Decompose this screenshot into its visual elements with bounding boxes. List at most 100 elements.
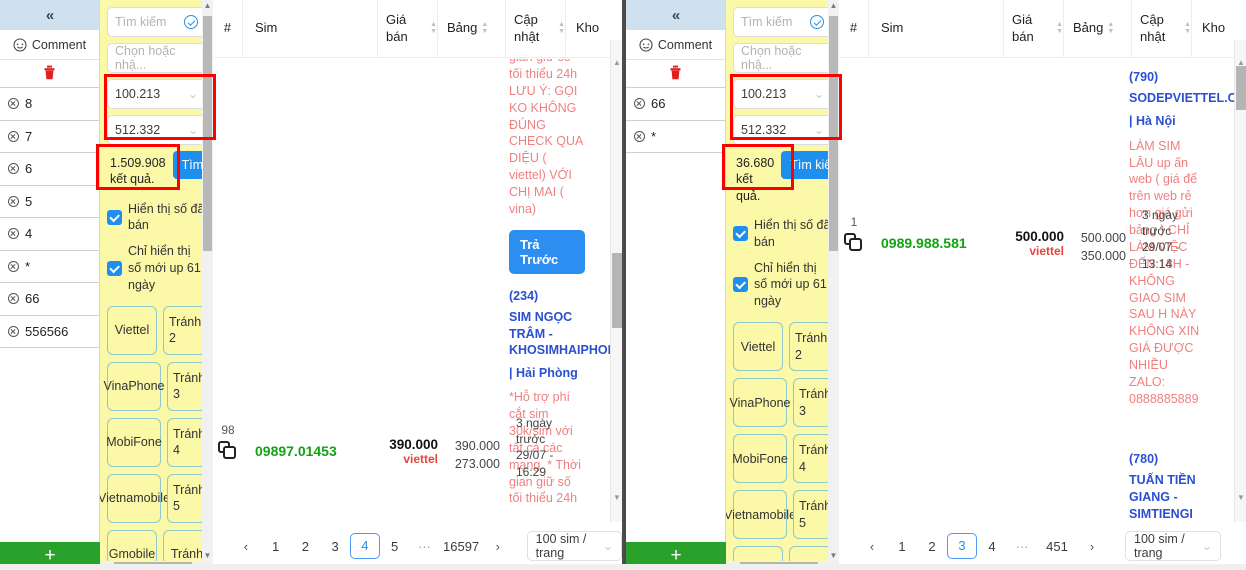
checkbox-show-sold[interactable]: Hiển thị số đã bán [107,201,206,235]
price-to-select[interactable]: 512.332 ⌄ [733,115,832,145]
left-table-scrollbar[interactable]: ▲ ▼ [610,40,622,522]
scrollbar-thumb[interactable] [1236,66,1246,110]
sidebar-comment-tab[interactable]: Comment [626,30,725,60]
remove-icon[interactable] [634,130,645,142]
cell-sim[interactable]: 0989.988.581 [869,207,1004,251]
filter-scrollbar[interactable]: ▲ ▼ [202,0,213,562]
page-button-1[interactable]: 1 [261,539,291,554]
search-input[interactable]: Tìm kiếm [733,7,832,37]
kho-store-name[interactable]: SIM NGỌC TRÂM - KHOSIMHAIPHONG.COM [509,309,622,360]
avoid-button-4[interactable]: Tránh 4 [167,417,207,467]
avoid-button-3[interactable]: Tránh 3 [793,378,833,428]
scrollbar-thumb[interactable] [612,253,622,328]
scroll-up-icon[interactable]: ▲ [202,0,213,12]
sort-icon[interactable]: ▲ ▼ [1107,21,1114,35]
column-bang[interactable]: Bảng ▲ ▼ [1064,0,1132,58]
checkbox-icon[interactable] [733,277,748,293]
remove-icon[interactable] [8,228,19,240]
table-row[interactable]: 98 09897.01453 390.000 viettel 390.000 2… [213,415,622,480]
remove-icon[interactable] [8,293,19,305]
scroll-up-icon[interactable]: ▲ [828,0,839,12]
page-button-5[interactable]: 5 [380,539,410,554]
network-button-mobifone[interactable]: MobiFone [106,417,162,467]
sidebar-item[interactable]: 6 [0,153,99,186]
sort-icon[interactable]: ▲ ▼ [1184,21,1191,35]
network-button-vietnamobile[interactable]: Vietnamobile [726,490,796,540]
cell-sim[interactable]: 09897.01453 [243,415,378,459]
page-button-2[interactable]: 2 [291,539,321,554]
checkbox-icon[interactable] [733,226,748,242]
prepaid-button[interactable]: Trả Trước [509,229,585,274]
table-row[interactable]: 1 0989.988.581 500.000 viettel 500.000 3… [839,207,1246,272]
price-from-select[interactable]: 100.213 ⌄ [733,79,832,109]
column-price[interactable]: Giá bán ▲ ▼ [378,0,438,58]
checkbox-only-new[interactable]: Chỉ hiển thị số mới up 61 ngày [733,260,832,311]
check-circle-icon[interactable] [184,15,198,29]
avoid-button-5[interactable]: Tránh 5 [167,473,207,523]
price-from-select[interactable]: 100.213 ⌄ [107,79,206,109]
page-button-3-active[interactable]: 3 [947,533,977,559]
sidebar-item[interactable]: 8 [0,88,99,121]
avoid-button-2[interactable]: Tránh 2 [789,322,832,372]
select-input[interactable]: Chọn hoặc nhậ... [733,43,832,73]
remove-icon[interactable] [8,163,19,175]
column-price[interactable]: Giá bán ▲ ▼ [1004,0,1064,58]
filter-scrollbar[interactable]: ▲ ▼ [828,0,839,562]
sidebar-item[interactable]: 7 [0,121,99,153]
scroll-down-icon[interactable]: ▼ [611,491,622,504]
network-button-vietnamobile[interactable]: Vietnamobile [100,473,170,523]
network-button-vinaphone[interactable]: VinaPhone [104,361,164,411]
copy-icon[interactable] [844,233,864,253]
checkbox-icon[interactable] [107,209,122,225]
kho-store2-id[interactable]: (780) [1129,451,1205,468]
sidebar-delete-button[interactable] [626,60,725,88]
sidebar-item[interactable]: 4 [0,218,99,251]
checkbox-show-sold[interactable]: Hiển thị số đã bán [733,217,832,251]
network-button-mobifone[interactable]: MobiFone [732,434,788,484]
copy-icon[interactable] [218,441,238,461]
page-button-last[interactable]: 16597 [439,539,483,554]
search-input[interactable]: Tìm kiếm [107,7,206,37]
checkbox-icon[interactable] [107,261,122,277]
column-updated[interactable]: Cập nhật ▲ ▼ [1132,0,1192,58]
sort-icon[interactable]: ▲ ▼ [558,21,565,35]
sidebar-item[interactable]: 66 [626,88,725,121]
scrollbar-thumb[interactable] [829,16,838,251]
sidebar-item[interactable]: 66 [0,283,99,316]
page-button-4-active[interactable]: 4 [350,533,380,559]
checkbox-only-new[interactable]: Chỉ hiển thị số mới up 61 ngày [107,243,206,294]
sidebar-item[interactable]: * [0,251,99,283]
page-button-4[interactable]: 4 [977,539,1007,554]
remove-icon[interactable] [634,98,645,110]
page-next-button[interactable]: › [1077,539,1107,554]
avoid-button-4[interactable]: Tránh 4 [793,434,833,484]
kho-store-id[interactable]: (790) [1129,69,1205,86]
sidebar-item[interactable]: 5 [0,186,99,218]
page-button-2[interactable]: 2 [917,539,947,554]
page-button-1[interactable]: 1 [887,539,917,554]
sidebar-collapse-button[interactable]: « [0,0,99,30]
remove-icon[interactable] [8,130,19,142]
remove-icon[interactable] [8,195,19,207]
network-button-vinaphone[interactable]: VinaPhone [730,378,790,428]
page-next-button[interactable]: › [483,539,513,554]
remove-icon[interactable] [8,325,19,337]
price-to-select[interactable]: 512.332 ⌄ [107,115,206,145]
sidebar-collapse-button[interactable]: « [626,0,725,30]
network-button-viettel[interactable]: Viettel [107,305,157,355]
per-page-select[interactable]: 100 sim / trang ⌄ [526,531,622,561]
network-button-viettel[interactable]: Viettel [733,322,783,372]
column-updated[interactable]: Cập nhật ▲ ▼ [506,0,566,58]
page-button-3[interactable]: 3 [320,539,350,554]
check-circle-icon[interactable] [810,15,824,29]
sidebar-item[interactable]: * [626,121,725,153]
page-prev-button[interactable]: ‹ [857,539,887,554]
remove-icon[interactable] [8,98,19,110]
kho-store2-name[interactable]: TUẤN TIỀN GIANG - SIMTIENGI [1129,472,1205,522]
sort-icon[interactable]: ▲ ▼ [481,21,488,35]
remove-icon[interactable] [8,260,19,272]
sort-icon[interactable]: ▲ ▼ [430,21,437,35]
scroll-up-icon[interactable]: ▲ [611,56,622,69]
avoid-button-5[interactable]: Tránh 5 [793,490,833,540]
avoid-button-3[interactable]: Tránh 3 [167,361,207,411]
